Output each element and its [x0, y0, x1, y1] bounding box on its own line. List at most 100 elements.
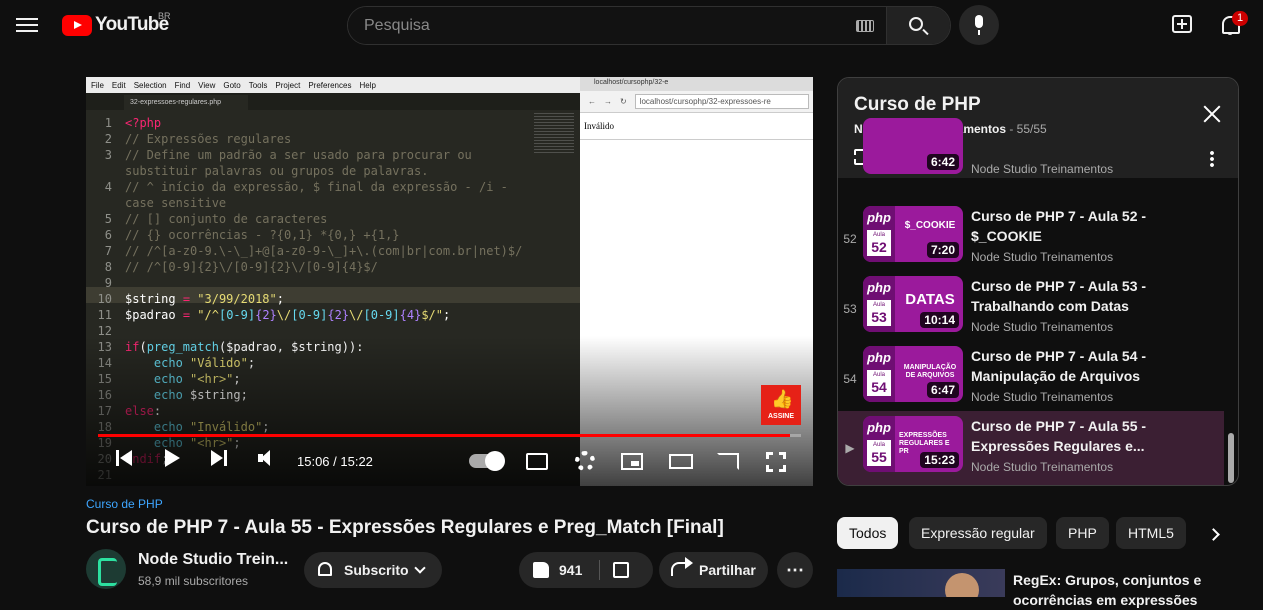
- youtube-logo[interactable]: YouTube: [62, 13, 169, 37]
- editor-menu-item: Goto: [223, 80, 241, 90]
- item-index: 54: [843, 372, 857, 386]
- chip-html5[interactable]: HTML5: [1116, 517, 1186, 549]
- video-title: Curso de PHP 7 - Aula 55 - Expressões Re…: [86, 517, 724, 538]
- playlist-link[interactable]: Curso de PHP: [86, 497, 163, 511]
- search-button[interactable]: [886, 7, 950, 44]
- search-field: [348, 7, 886, 44]
- aula-badge: Aula 52: [867, 230, 891, 256]
- code-line: // Define um padrão a ser usado para pro…: [125, 148, 472, 162]
- editor-tabbar: 32-expressoes-regulares.php: [86, 93, 580, 110]
- code-line: $string = "3/99/2018";: [125, 292, 284, 306]
- like-icon[interactable]: [533, 562, 549, 578]
- progress-bar[interactable]: [98, 434, 801, 437]
- miniplayer-icon[interactable]: [621, 453, 643, 470]
- editor-menu-item: Preferences: [308, 80, 352, 90]
- playlist-item-current[interactable]: ▶ php Aula 55 EXPRESSÕES REGULARES E PR 1…: [838, 411, 1224, 485]
- item-title: Curso de PHP 7 - Aula 53 - Trabalhando c…: [971, 278, 1147, 314]
- voice-search-button[interactable]: [959, 5, 999, 45]
- cast-icon[interactable]: [717, 453, 739, 470]
- aula-number: 54: [871, 379, 887, 395]
- video-thumbnail: php Aula 54 MANIPULAÇÃO DE ARQUIVOS 6:47: [863, 346, 963, 402]
- playlist-scrollbar[interactable]: [1228, 433, 1234, 483]
- code-line: // /^[0-9]{2}\/[0-9]{2}\/[0-9]{4}$/: [125, 260, 378, 274]
- browser-page-text: Inválido: [580, 113, 813, 140]
- play-icon[interactable]: [165, 449, 181, 467]
- code-line: <?php: [125, 116, 162, 130]
- item-channel: Node Studio Treinamentos: [971, 320, 1114, 334]
- playlist-item[interactable]: 53 php Aula 53 DATAS 10:14 Curso de PHP 7…: [838, 276, 1224, 346]
- line-number: 8: [104, 260, 112, 274]
- video-thumbnail: php Aula 53 DATAS 10:14: [863, 276, 963, 332]
- editor-tab: 32-expressoes-regulares.php: [124, 95, 248, 110]
- line-number: 3: [104, 148, 112, 162]
- duration-badge: 6:47: [926, 382, 959, 398]
- like-dislike-group: 941: [519, 552, 653, 588]
- more-actions-button[interactable]: ⋯: [777, 552, 813, 588]
- subtitles-icon[interactable]: [526, 453, 548, 470]
- editor-menu-item: Edit: [111, 80, 126, 90]
- like-count[interactable]: 941: [559, 562, 582, 578]
- item-title: Curso de PHP 7 - Aula 54 - Manipulação d…: [971, 348, 1147, 384]
- keyboard-icon[interactable]: [856, 20, 874, 32]
- code-line: // ^ início da expressão, $ final da exp…: [125, 180, 508, 194]
- editor-menu-item: View: [198, 80, 216, 90]
- code-line: case sensitive: [125, 196, 227, 210]
- browser-url: localhost/cursophp/32-expressoes-re: [634, 94, 809, 109]
- code-line: // Expressões regulares: [125, 132, 292, 146]
- settings-gear-icon[interactable]: [575, 451, 595, 471]
- playlist-item[interactable]: 52 php Aula 52 $_COOKIE 7:20 Curso de PHP…: [838, 206, 1224, 276]
- channel-avatar[interactable]: [86, 549, 126, 589]
- item-index: 53: [843, 302, 857, 316]
- aula-label: Aula: [872, 372, 885, 378]
- next-icon[interactable]: [211, 449, 227, 467]
- autoplay-toggle[interactable]: [469, 451, 505, 471]
- code-line: // /^[a-z0-9.\-\_]+@[a-z0-9-\_]+\.(com|b…: [125, 244, 523, 258]
- chevron-down-icon: [414, 562, 426, 574]
- editor-menubar: File Edit Selection Find View Goto Tools…: [86, 77, 580, 93]
- subscribe-button[interactable]: Subscrito: [304, 552, 442, 588]
- share-button[interactable]: Partilhar: [659, 552, 768, 588]
- line-number: 7: [104, 244, 112, 258]
- video-thumbnail: php Aula 55 EXPRESSÕES REGULARES E PR 15:…: [863, 416, 963, 472]
- playlist-item[interactable]: 54 php Aula 54 MANIPULAÇÃO DE ARQUIVOS 6:…: [838, 346, 1224, 416]
- playlist-title[interactable]: Curso de PHP: [854, 94, 981, 116]
- theater-mode-icon[interactable]: [669, 454, 693, 469]
- duration-badge: 7:20: [926, 242, 959, 258]
- line-number: 11: [97, 308, 112, 322]
- playlist-items: 6:42 Node Studio Treinamentos 52 php Aul…: [838, 118, 1228, 485]
- chevron-right-icon[interactable]: [1207, 528, 1220, 541]
- channel-name[interactable]: Node Studio Trein...: [138, 551, 288, 569]
- previous-icon[interactable]: [116, 449, 132, 467]
- item-index: 52: [843, 232, 857, 246]
- controls-gradient: [86, 336, 813, 486]
- video-player[interactable]: File Edit Selection Find View Goto Tools…: [86, 77, 813, 486]
- related-video-title[interactable]: RegEx: Grupos, conjuntos e ocorrências e…: [1013, 570, 1223, 610]
- create-icon[interactable]: [1172, 15, 1192, 33]
- search-icon: [909, 17, 923, 31]
- chip-regex[interactable]: Expressão regular: [909, 517, 1047, 549]
- progress-fill: [98, 434, 791, 437]
- volume-icon[interactable]: [258, 449, 278, 467]
- aula-number: 55: [871, 449, 887, 465]
- back-arrow-icon: ←: [588, 97, 596, 106]
- youtube-play-icon: [62, 14, 92, 36]
- duration-badge: 6:42: [926, 154, 959, 170]
- menu-icon[interactable]: [16, 14, 38, 34]
- dislike-icon[interactable]: [613, 562, 629, 578]
- chip-all[interactable]: Todos: [837, 517, 899, 549]
- related-video-thumbnail[interactable]: [837, 569, 1005, 597]
- aula-number: 53: [871, 309, 887, 325]
- editor-menu-item: File: [91, 80, 104, 90]
- chip-php[interactable]: PHP: [1056, 517, 1109, 549]
- aula-badge: Aula 53: [867, 300, 891, 326]
- search-box: [347, 6, 951, 45]
- subscribe-watermark[interactable]: ASSINE: [761, 385, 801, 425]
- item-channel: Node Studio Treinamentos: [971, 250, 1114, 264]
- playlist-item[interactable]: 6:42 Node Studio Treinamentos: [838, 118, 1224, 188]
- search-input[interactable]: [364, 16, 824, 35]
- masthead: YouTube BR 1: [0, 0, 1263, 50]
- editor-menu-item: Project: [275, 80, 301, 90]
- aula-badge: Aula 54: [867, 370, 891, 396]
- subscribe-label: Subscrito: [344, 562, 409, 578]
- line-number: 5: [104, 212, 112, 226]
